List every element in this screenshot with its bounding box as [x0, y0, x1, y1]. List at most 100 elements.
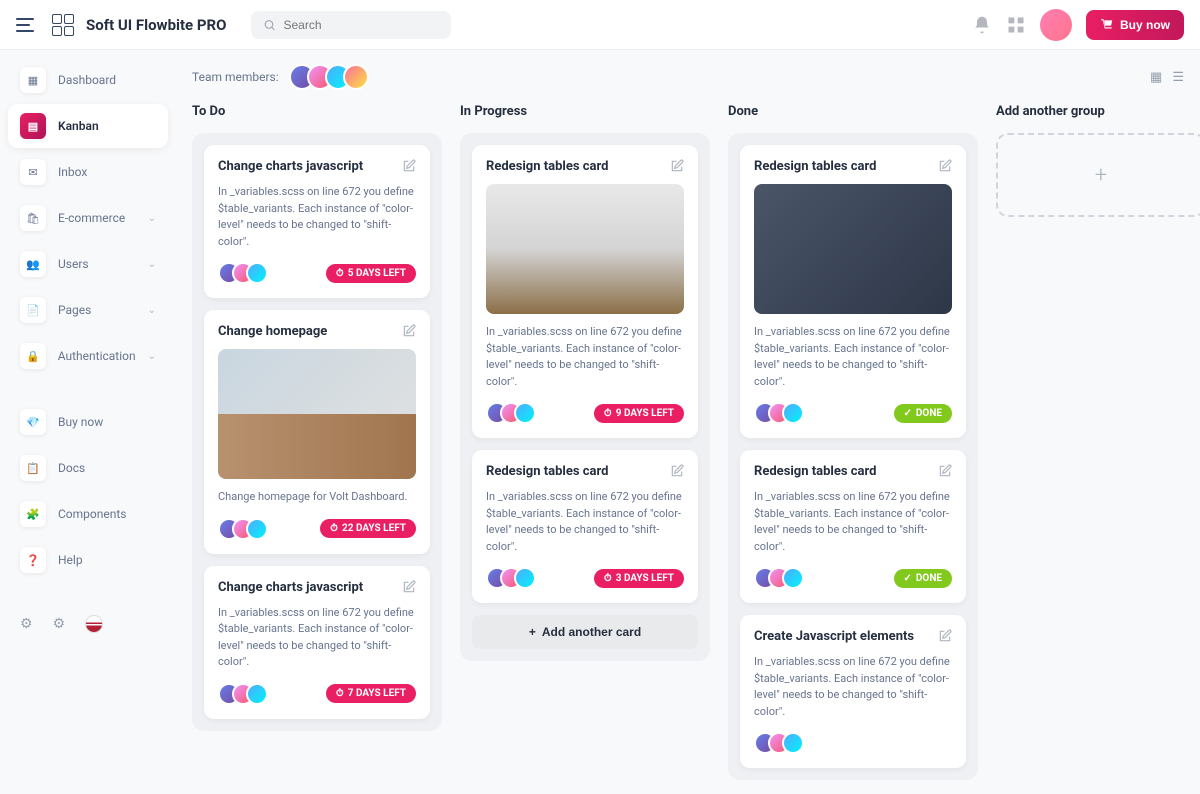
kanban-card[interactable]: Change homepageChange homepage for Volt …	[204, 310, 430, 554]
card-description: In _variables.scss on line 672 you defin…	[218, 605, 416, 671]
sliders-icon[interactable]: ⚙	[20, 616, 33, 632]
kanban-card[interactable]: Create Javascript elementsIn _variables.…	[740, 615, 966, 768]
assignee-avatar[interactable]	[782, 567, 804, 589]
chevron-down-icon: ⌄	[148, 213, 156, 224]
gear-icon[interactable]: ⚙	[53, 616, 66, 632]
card-title: Redesign tables card	[486, 159, 608, 174]
sidebar-bottom-tools: ⚙ ⚙	[8, 607, 168, 641]
edit-icon[interactable]	[670, 464, 684, 478]
card-title: Change charts javascript	[218, 580, 363, 595]
card-description: In _variables.scss on line 672 you defin…	[754, 654, 952, 720]
card-image	[754, 184, 952, 314]
chevron-down-icon: ⌄	[148, 305, 156, 316]
card-assignees	[754, 402, 804, 424]
kanban-column: Done Redesign tables cardIn _variables.sc…	[728, 104, 978, 780]
badge-text: 3 DAYS LEFT	[616, 573, 674, 584]
card-title: Change homepage	[218, 324, 327, 339]
status-badge: ⏱ 7 DAYS LEFT	[326, 684, 416, 703]
cart-icon	[1100, 18, 1114, 32]
sidebar-item-pages[interactable]: 📄Pages⌄	[8, 288, 168, 332]
badge-text: 7 DAYS LEFT	[348, 688, 406, 699]
check-icon: ✓	[904, 573, 912, 584]
view-toggles: ▦ ☰	[1150, 70, 1184, 85]
assignee-avatar[interactable]	[246, 683, 268, 705]
kanban-card[interactable]: Change charts javascriptIn _variables.sc…	[204, 145, 430, 298]
card-description: In _variables.scss on line 672 you defin…	[754, 489, 952, 555]
card-description: In _variables.scss on line 672 you defin…	[486, 489, 684, 555]
edit-icon[interactable]	[938, 629, 952, 643]
assignee-avatar[interactable]	[782, 732, 804, 754]
sidebar-item-dashboard[interactable]: ▦Dashboard	[8, 58, 168, 102]
team-avatar[interactable]	[343, 64, 369, 90]
plus-icon: +	[529, 625, 536, 639]
card-title: Redesign tables card	[486, 464, 608, 479]
edit-icon[interactable]	[670, 159, 684, 173]
assignee-avatar[interactable]	[514, 402, 536, 424]
edit-icon[interactable]	[402, 580, 416, 594]
list-view-icon[interactable]: ☰	[1172, 70, 1184, 85]
team-label: Team members:	[192, 70, 279, 84]
assignee-avatar[interactable]	[782, 402, 804, 424]
team-members: Team members:	[192, 64, 369, 90]
components-icon: 🧩	[20, 501, 46, 527]
buy-now-button[interactable]: Buy now	[1086, 10, 1184, 40]
bell-icon[interactable]	[972, 15, 992, 35]
card-assignees	[754, 567, 804, 589]
apps-grid-icon[interactable]	[1006, 15, 1026, 35]
assignee-avatar[interactable]	[514, 567, 536, 589]
sidebar-item-docs[interactable]: 📋Docs	[8, 446, 168, 490]
kanban-icon: ▤	[20, 113, 46, 139]
ecommerce-icon: 🛍	[20, 205, 46, 231]
kanban-card[interactable]: Change charts javascript In _variables.sc…	[204, 566, 430, 719]
sidebar-item-help[interactable]: ❓Help	[8, 538, 168, 582]
docs-icon: 📋	[20, 455, 46, 481]
status-badge: ⏱3 DAYS LEFT	[594, 569, 684, 588]
kanban-board: To Do Change charts javascript In _variabl…	[192, 104, 1184, 780]
sidebar-item-components[interactable]: 🧩Components	[8, 492, 168, 536]
brand-title: Soft UI Flowbite PRO	[86, 16, 227, 34]
card-assignees	[218, 518, 268, 540]
edit-icon[interactable]	[402, 324, 416, 338]
user-avatar[interactable]	[1040, 9, 1072, 41]
sidebar-item-ecommerce[interactable]: 🛍E-commerce⌄	[8, 196, 168, 240]
kanban-card[interactable]: Redesign tables card In _variables.scss o…	[472, 450, 698, 603]
column-title: Done	[728, 104, 978, 119]
add-group-column: Add another group+	[996, 104, 1200, 217]
column-body: Redesign tables card In _variables.scss o…	[460, 133, 710, 661]
main-content: Team members: ▦ ☰ To Do Change charts jav…	[176, 50, 1200, 794]
add-group-button[interactable]: +	[996, 133, 1200, 217]
kanban-card[interactable]: Redesign tables cardIn _variables.scss o…	[472, 145, 698, 438]
clock-icon: ⏱	[330, 523, 338, 534]
kanban-card[interactable]: Redesign tables cardIn _variables.scss o…	[740, 450, 966, 603]
grid-view-icon[interactable]: ▦	[1150, 70, 1162, 85]
edit-icon[interactable]	[402, 159, 416, 173]
sidebar-item-users[interactable]: 👥Users⌄	[8, 242, 168, 286]
users-icon: 👥	[20, 251, 46, 277]
search-box[interactable]	[251, 11, 451, 39]
sidebar-item-buynow[interactable]: 💎Buy now	[8, 400, 168, 444]
card-assignees	[486, 402, 536, 424]
card-description: In _variables.scss on line 672 you defin…	[754, 324, 952, 390]
kanban-card[interactable]: Redesign tables cardIn _variables.scss o…	[740, 145, 966, 438]
inbox-icon: ✉	[20, 159, 46, 185]
sidebar-item-authentication[interactable]: 🔒Authentication⌄	[8, 334, 168, 378]
assignee-avatar[interactable]	[246, 518, 268, 540]
menu-toggle-button[interactable]	[16, 13, 40, 37]
logo-icon	[52, 14, 74, 36]
board-top-bar: Team members: ▦ ☰	[192, 64, 1184, 90]
sidebar-item-kanban[interactable]: ▤Kanban	[8, 104, 168, 148]
assignee-avatar[interactable]	[246, 262, 268, 284]
help-icon: ❓	[20, 547, 46, 573]
lock-icon: 🔒	[20, 343, 46, 369]
dashboard-icon: ▦	[20, 67, 46, 93]
sidebar-item-inbox[interactable]: ✉Inbox	[8, 150, 168, 194]
column-title: To Do	[192, 104, 442, 119]
language-flag-icon[interactable]	[85, 615, 103, 633]
status-badge: ⏱22 DAYS LEFT	[320, 519, 416, 538]
column-title: In Progress	[460, 104, 710, 119]
add-card-button[interactable]: +Add another card	[472, 615, 698, 649]
edit-icon[interactable]	[938, 464, 952, 478]
search-input[interactable]	[284, 18, 439, 32]
edit-icon[interactable]	[938, 159, 952, 173]
clock-icon: ⏱	[336, 688, 344, 699]
